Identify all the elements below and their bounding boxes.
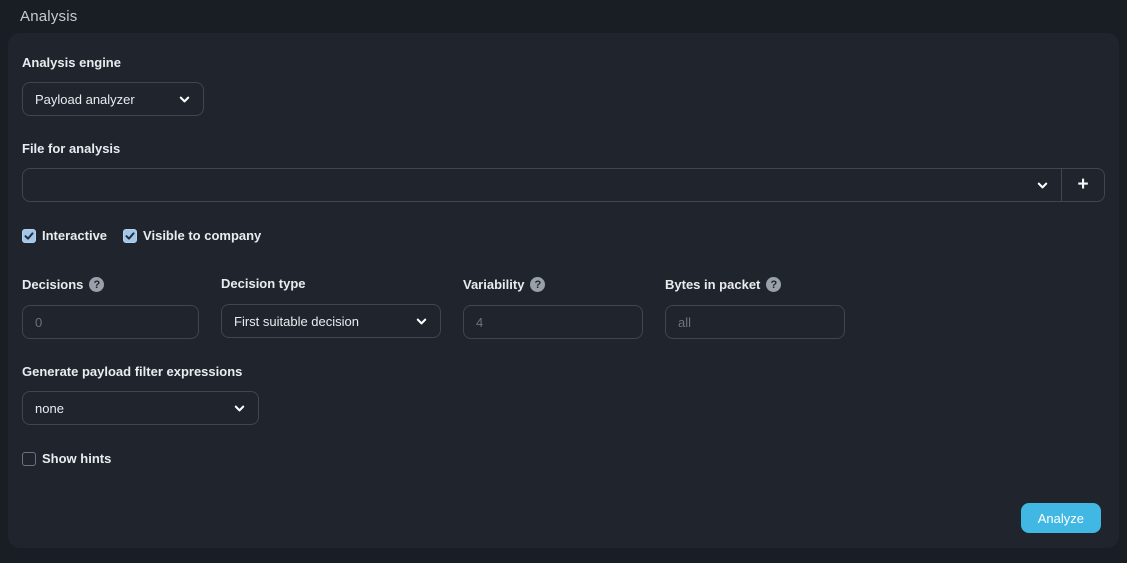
interactive-checkbox-item[interactable]: Interactive xyxy=(22,228,107,243)
file-for-analysis-label: File for analysis xyxy=(22,142,1105,156)
file-for-analysis-select[interactable] xyxy=(23,169,1061,201)
check-icon xyxy=(24,231,34,241)
visible-to-company-checkbox[interactable] xyxy=(123,229,137,243)
visible-to-company-checkbox-item[interactable]: Visible to company xyxy=(123,228,261,243)
options-checkbox-row: Interactive Visible to company xyxy=(22,228,1105,243)
check-icon xyxy=(125,231,135,241)
generate-expressions-group: Generate payload filter expressions none xyxy=(22,365,1105,425)
parameters-row: Decisions ? Decision type First suitable… xyxy=(22,277,1105,339)
show-hints-checkbox-item[interactable]: Show hints xyxy=(22,451,111,466)
decisions-label-row: Decisions ? xyxy=(22,277,199,292)
show-hints-checkbox[interactable] xyxy=(22,452,36,466)
show-hints-checkbox-label: Show hints xyxy=(42,451,111,466)
variability-field-group: Variability ? xyxy=(463,277,643,339)
visible-to-company-checkbox-label: Visible to company xyxy=(143,228,261,243)
decision-type-label: Decision type xyxy=(221,277,441,291)
plus-icon: + xyxy=(1077,175,1088,194)
page-title: Analysis xyxy=(20,8,77,25)
decisions-label: Decisions xyxy=(22,278,83,292)
analyze-button[interactable]: Analyze xyxy=(1021,503,1101,533)
chevron-down-icon xyxy=(415,315,428,328)
file-for-analysis-input-group: + xyxy=(22,168,1105,202)
decisions-field-group: Decisions ? xyxy=(22,277,199,339)
generate-expressions-select[interactable]: none xyxy=(22,391,259,425)
interactive-checkbox-label: Interactive xyxy=(42,228,107,243)
form-actions: Analyze xyxy=(1021,503,1101,533)
variability-input[interactable] xyxy=(463,305,643,339)
add-file-button[interactable]: + xyxy=(1062,169,1104,201)
chevron-down-icon xyxy=(178,93,191,106)
decisions-input[interactable] xyxy=(22,305,199,339)
chevron-down-icon xyxy=(1036,179,1049,192)
show-hints-row: Show hints xyxy=(22,451,1105,466)
variability-label: Variability xyxy=(463,278,524,292)
chevron-down-icon xyxy=(233,402,246,415)
help-icon[interactable]: ? xyxy=(766,277,781,292)
analysis-engine-selected-value: Payload analyzer xyxy=(35,92,168,107)
analysis-engine-label: Analysis engine xyxy=(22,56,1105,70)
decision-type-field-group: Decision type First suitable decision xyxy=(221,277,441,339)
analysis-engine-select[interactable]: Payload analyzer xyxy=(22,82,204,116)
bytes-in-packet-label: Bytes in packet xyxy=(665,278,760,292)
generate-expressions-selected-value: none xyxy=(35,401,223,416)
decision-type-select[interactable]: First suitable decision xyxy=(221,304,441,338)
page-header: Analysis xyxy=(0,0,1127,33)
bytes-in-packet-field-group: Bytes in packet ? xyxy=(665,277,845,339)
variability-label-row: Variability ? xyxy=(463,277,643,292)
help-icon[interactable]: ? xyxy=(530,277,545,292)
file-for-analysis-group: File for analysis + xyxy=(22,142,1105,202)
decision-type-selected-value: First suitable decision xyxy=(234,314,405,329)
analysis-form-panel: Analysis engine Payload analyzer File fo… xyxy=(8,33,1119,548)
generate-expressions-label: Generate payload filter expressions xyxy=(22,365,1105,379)
help-icon[interactable]: ? xyxy=(89,277,104,292)
interactive-checkbox[interactable] xyxy=(22,229,36,243)
analysis-engine-group: Analysis engine Payload analyzer xyxy=(22,56,1105,116)
bytes-in-packet-label-row: Bytes in packet ? xyxy=(665,277,845,292)
bytes-in-packet-input[interactable] xyxy=(665,305,845,339)
